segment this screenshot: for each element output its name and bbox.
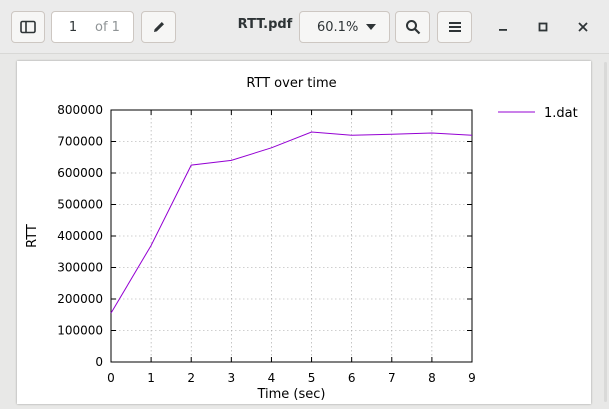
x-tick-label: 9 [468, 371, 476, 385]
document-viewer[interactable]: 0 1 2 3 4 5 6 7 8 9 0 100000 200000 300000 400000 50000… [0, 55, 609, 409]
x-tick-label: 1 [147, 371, 155, 385]
y-tick-label: 700000 [57, 135, 103, 149]
zoom-menu-button[interactable]: 60.1% [299, 11, 390, 43]
close-button[interactable] [570, 14, 596, 40]
sidebar-toggle-button[interactable] [11, 11, 45, 43]
y-tick-label: 800000 [57, 103, 103, 117]
minimize-icon [499, 29, 507, 31]
vertical-scrollbar[interactable] [604, 62, 607, 402]
search-icon [405, 20, 420, 35]
page-total-label: of 1 [95, 19, 120, 35]
y-tick-label: 400000 [57, 229, 103, 243]
pencil-icon [153, 22, 164, 32]
main-menu-button[interactable] [437, 11, 472, 43]
x-tick-label: 2 [187, 371, 195, 385]
series-line [110, 131, 473, 314]
annotate-button[interactable] [141, 11, 176, 43]
y-axis-label: RTT [25, 224, 40, 248]
chart-title: RTT over time [246, 76, 336, 91]
y-tick-label: 500000 [57, 198, 103, 212]
x-tick-label: 0 [107, 371, 115, 385]
x-tick-label: 6 [348, 371, 356, 385]
chevron-down-icon [366, 24, 376, 30]
x-tick-label: 8 [428, 371, 436, 385]
pdf-page: 0 1 2 3 4 5 6 7 8 9 0 100000 200000 300000 400000 50000… [17, 61, 591, 404]
rtt-line-chart: 0 1 2 3 4 5 6 7 8 9 0 100000 200000 300000 400000 50000… [25, 76, 578, 402]
maximize-icon [538, 22, 548, 32]
minimize-button[interactable] [490, 14, 516, 40]
close-icon [578, 22, 588, 32]
zoom-level: 60.1% [317, 19, 359, 35]
x-tick-label: 7 [388, 371, 396, 385]
sidebar-toggle-icon [20, 20, 36, 34]
y-tick-label: 200000 [57, 292, 103, 306]
x-axis-label: Time (sec) [256, 387, 325, 402]
x-tick-label: 5 [308, 371, 316, 385]
y-tick-label: 100000 [57, 324, 103, 338]
x-tick-label: 4 [268, 371, 276, 385]
y-tick-label: 300000 [57, 261, 103, 275]
hamburger-menu-icon [448, 22, 461, 32]
search-button[interactable] [395, 11, 430, 43]
page-number-entry[interactable]: 1 of 1 [51, 11, 134, 43]
page-current-input[interactable]: 1 [52, 20, 94, 35]
y-tick-label: 0 [95, 355, 103, 369]
y-tick-label: 600000 [57, 166, 103, 180]
header-bar: 1 of 1 RTT.pdf 60.1% [0, 0, 609, 54]
legend-label: 1.dat [544, 106, 578, 121]
maximize-button[interactable] [530, 14, 556, 40]
x-tick-label: 3 [228, 371, 236, 385]
